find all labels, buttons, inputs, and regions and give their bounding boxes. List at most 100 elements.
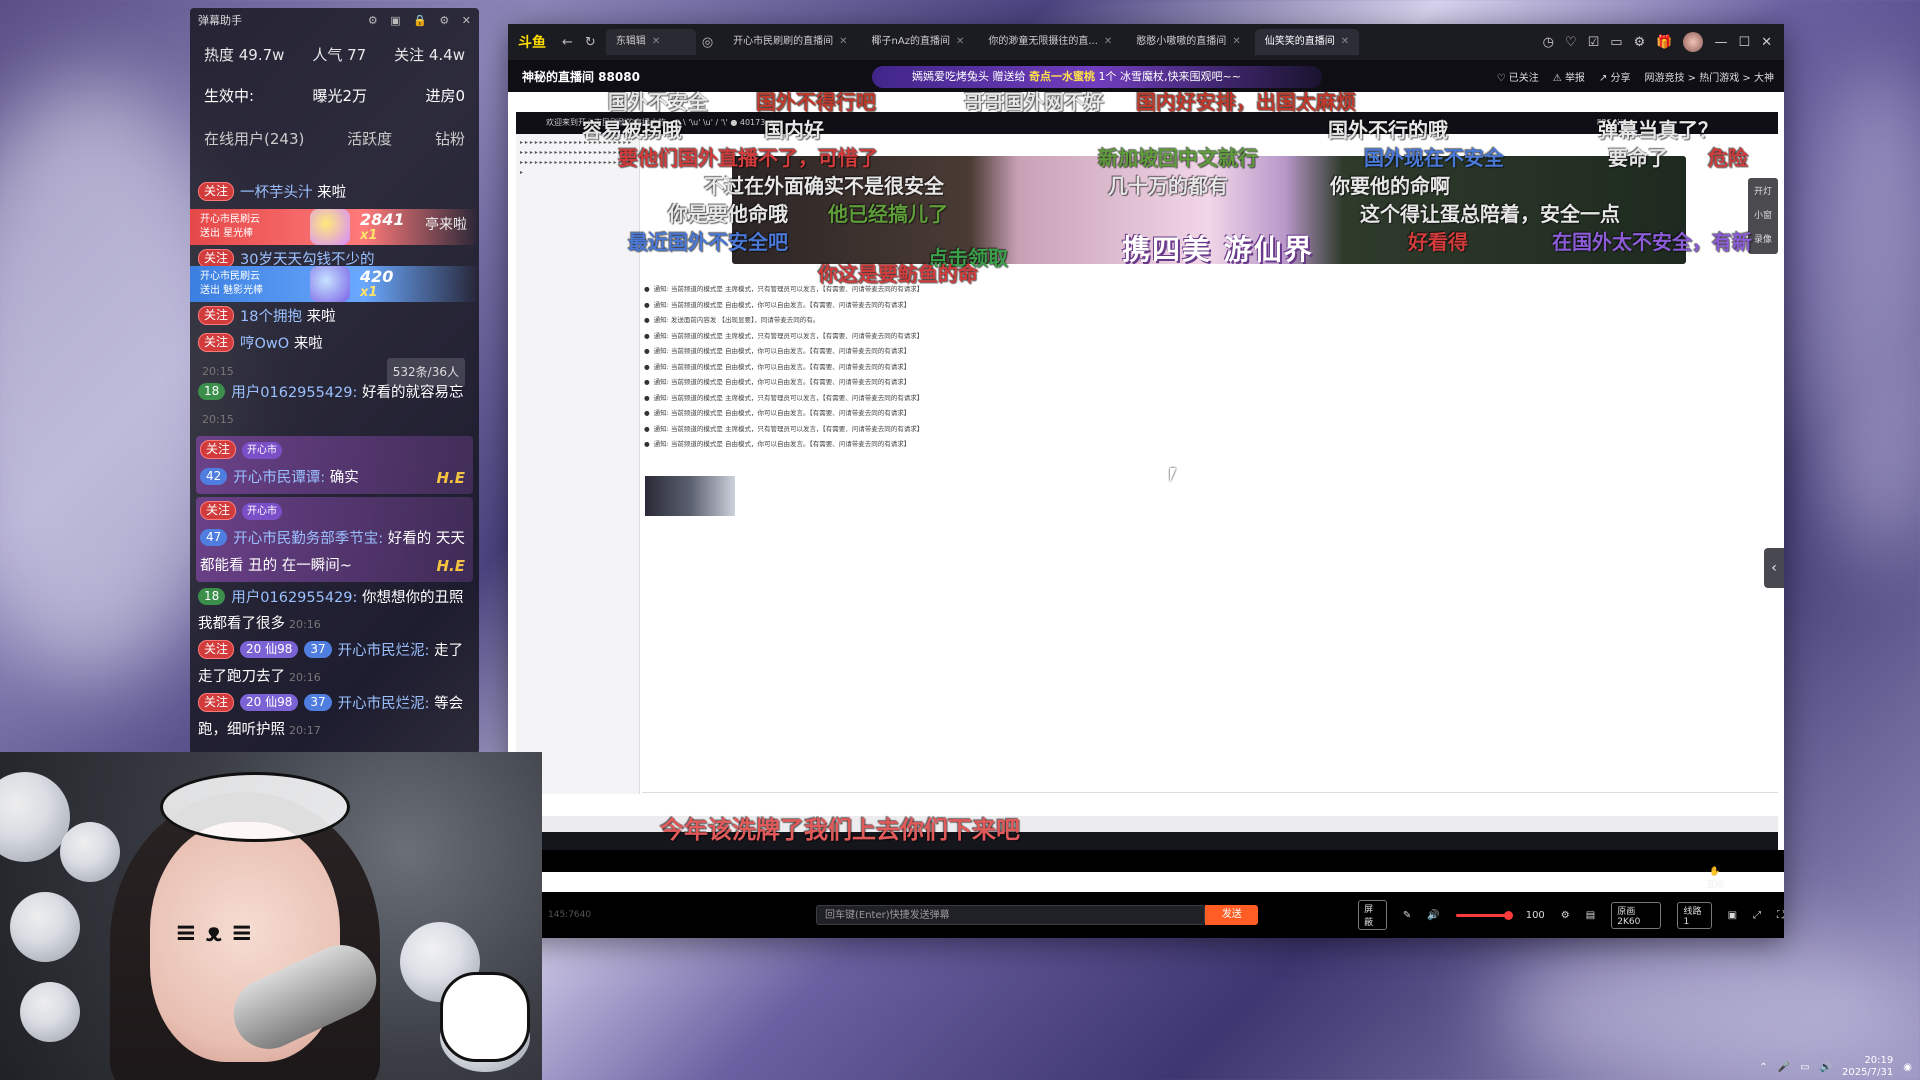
danmaku: 国外不安全 [608, 90, 708, 114]
close-icon[interactable]: ✕ [956, 36, 964, 47]
history-icon[interactable]: ◷ [1543, 35, 1554, 50]
tab-room-3[interactable]: 你的渺童无限摄往的直... ✕ [978, 29, 1122, 55]
danmaku-block-toggle[interactable]: 屏蔽 [1358, 900, 1387, 930]
task-icon[interactable]: ☑ [1588, 35, 1600, 50]
timestamp: 20:15 [202, 365, 234, 378]
danmaku: 几十万的都有 [1108, 174, 1228, 198]
helper-title: 弹幕助手 [198, 14, 242, 27]
tab-activity[interactable]: 活跃度 [347, 128, 392, 149]
decor-light [60, 822, 120, 882]
gift-icon[interactable]: 🎁 [1656, 35, 1672, 50]
close-icon[interactable]: ✕ [652, 36, 660, 47]
follow-badge: 关注 [198, 182, 235, 201]
edit-icon[interactable]: ✎ [1403, 910, 1411, 921]
exposure-row: 生效中: 曝光2万 进房0 [190, 65, 479, 106]
back-icon[interactable]: ← [562, 35, 573, 50]
level-badge: 42 [200, 468, 228, 485]
gift-multiplier: x1 [360, 228, 378, 243]
gear-icon[interactable]: ⚙ [439, 14, 449, 27]
wifi-icon[interactable]: ⌃ [1759, 1062, 1767, 1073]
report-button[interactable]: ⚠ 举报 [1553, 69, 1585, 84]
heart-icon[interactable]: ♡ [1565, 35, 1577, 50]
light-toggle[interactable]: 开灯 [1754, 180, 1772, 204]
exposure-status: 生效中: [204, 87, 255, 105]
close-icon[interactable]: ✕ [1341, 36, 1349, 47]
danmaku: 国内好安排，出国太麻烦 [1136, 90, 1356, 114]
message-text: 好看的就容易忘 [362, 385, 464, 401]
close-icon[interactable]: ✕ [1104, 36, 1112, 47]
refresh-icon[interactable]: ↻ [585, 35, 596, 50]
search-icon[interactable]: ◎ [702, 35, 713, 50]
username[interactable]: 18个拥抱 [240, 309, 302, 325]
gift-wand-icon [310, 266, 350, 302]
player-controls-right: 屏蔽 ✎ 🔊 100 ⚙ ▤ 原画2K60 线路1 ▣ ⤢ ⛶ [1358, 900, 1784, 930]
danmaku: 你要他的命啊 [1330, 174, 1450, 198]
timestamp: 20:16 [289, 671, 321, 684]
fan-badge: 开心市 [242, 442, 283, 459]
record-button[interactable]: 录像 [1754, 228, 1772, 252]
close-icon[interactable]: ✕ [839, 36, 847, 47]
volume-icon[interactable]: 🔊 [1427, 910, 1439, 921]
username[interactable]: 开心市民烂泥: [338, 643, 430, 659]
danmaku: 在国外太不安全，有新 [1552, 230, 1752, 254]
danmaku-input[interactable]: 回车键(Enter)快捷发送弹幕 [816, 905, 1206, 925]
danmaku: 今年该洗牌了我们上去你们下来吧 [660, 816, 1020, 844]
danmaku: 你是要他命哦 [668, 202, 788, 226]
avatar[interactable] [1683, 32, 1704, 52]
settings-icon[interactable]: ⚙ [368, 14, 378, 27]
maximize-icon[interactable]: ☐ [1738, 35, 1750, 50]
address-bar[interactable]: 东辑辑 ✕ [605, 29, 696, 55]
he-badge: H.E [436, 469, 466, 487]
username[interactable]: 用户0162955429: [231, 590, 357, 606]
fullscreen-icon[interactable]: ⛶ [1777, 910, 1784, 921]
breadcrumb-item[interactable]: 热门游戏 [1699, 73, 1739, 84]
username[interactable]: 一杯芋头汁 [240, 185, 313, 201]
collapse-panel-button[interactable]: ‹ [1764, 548, 1784, 588]
pin-icon[interactable]: ▣ [390, 14, 400, 27]
message-icon[interactable]: ▭ [1610, 35, 1622, 50]
settings-icon[interactable]: ⚙ [1634, 35, 1646, 50]
breadcrumb-item[interactable]: 网游竞技 [1645, 73, 1685, 84]
send-button[interactable]: 发送 [1205, 905, 1259, 925]
speaker-icon[interactable]: 🔊 [1820, 1062, 1832, 1073]
breadcrumb-item[interactable]: 大神 [1754, 73, 1774, 84]
tab-room-2[interactable]: 椰子nAz的直播间 ✕ [862, 29, 975, 55]
tab-online-users[interactable]: 在线用户(243) [204, 128, 304, 149]
video-player[interactable]: 欢迎来到开心市民刷刷的直播之旅 ~ \ \ '\u' \u' / '\' ● 4… [508, 90, 1784, 872]
line-select[interactable]: 线路1 [1677, 901, 1712, 929]
close-icon[interactable]: ✕ [1761, 35, 1772, 50]
username[interactable]: 开心市民勤务部季节宝: [233, 531, 383, 547]
danmaku-settings-icon[interactable]: ▤ [1586, 910, 1595, 921]
tab-diamond-fans[interactable]: 钻粉 [435, 128, 465, 149]
username[interactable]: 开心市民谭谭: [233, 470, 325, 486]
shared-screen-notices: 通知: 当前频道的模式是 主席模式，只有管理员可以发言，【有需要、问请带麦去同的… [644, 282, 1164, 453]
username[interactable]: 开心市民烂泥: [338, 696, 430, 712]
close-icon[interactable]: ✕ [1232, 36, 1240, 47]
pip-icon[interactable]: ▣ [1728, 910, 1737, 921]
room-entries: 进房0 [425, 87, 465, 105]
username[interactable]: 用户0162955429: [231, 385, 357, 401]
tab-room-5[interactable]: 仙笑笑的直播间 ✕ [1254, 29, 1360, 55]
lock-icon[interactable]: 🔒 [413, 14, 427, 27]
settings-icon[interactable]: ⚙ [1561, 910, 1570, 921]
close-icon[interactable]: ✕ [462, 14, 471, 27]
volume-slider[interactable] [1455, 910, 1513, 920]
quality-select[interactable]: 原画2K60 [1611, 901, 1662, 929]
minimize-icon[interactable]: — [1714, 35, 1727, 50]
network-icon[interactable]: ▭ [1800, 1062, 1809, 1073]
mic-icon[interactable]: 🎤 [1778, 1062, 1790, 1073]
interact-button[interactable]: ✋ 互动 [1706, 867, 1724, 890]
danmaku: 弹幕当真了？ [1598, 118, 1718, 142]
notification-icon[interactable]: ◉ [1903, 1062, 1912, 1073]
helper-stats: 热度 49.7w 人气 77 关注 4.4w [190, 32, 479, 65]
wide-screen-icon[interactable]: ⤢ [1753, 910, 1761, 921]
username[interactable]: 哼OwO [240, 336, 289, 352]
tab-room-1[interactable]: 开心市民刷刷的直播间 ✕ [723, 29, 857, 55]
he-badge: H.E [436, 557, 466, 575]
browser-toolbar-right: ◷ ♡ ☑ ▭ ⚙ 🎁 — ☐ ✕ [1543, 32, 1784, 52]
share-button[interactable]: ↗ 分享 [1599, 69, 1631, 84]
system-clock[interactable]: 20:19 2025/7/31 [1842, 1055, 1893, 1079]
tab-room-4[interactable]: 憨憨小嗷嗷的直播间 ✕ [1126, 29, 1250, 55]
follow-button[interactable]: ♡ 已关注 [1497, 69, 1539, 84]
mini-window-button[interactable]: 小窗 [1754, 204, 1772, 228]
